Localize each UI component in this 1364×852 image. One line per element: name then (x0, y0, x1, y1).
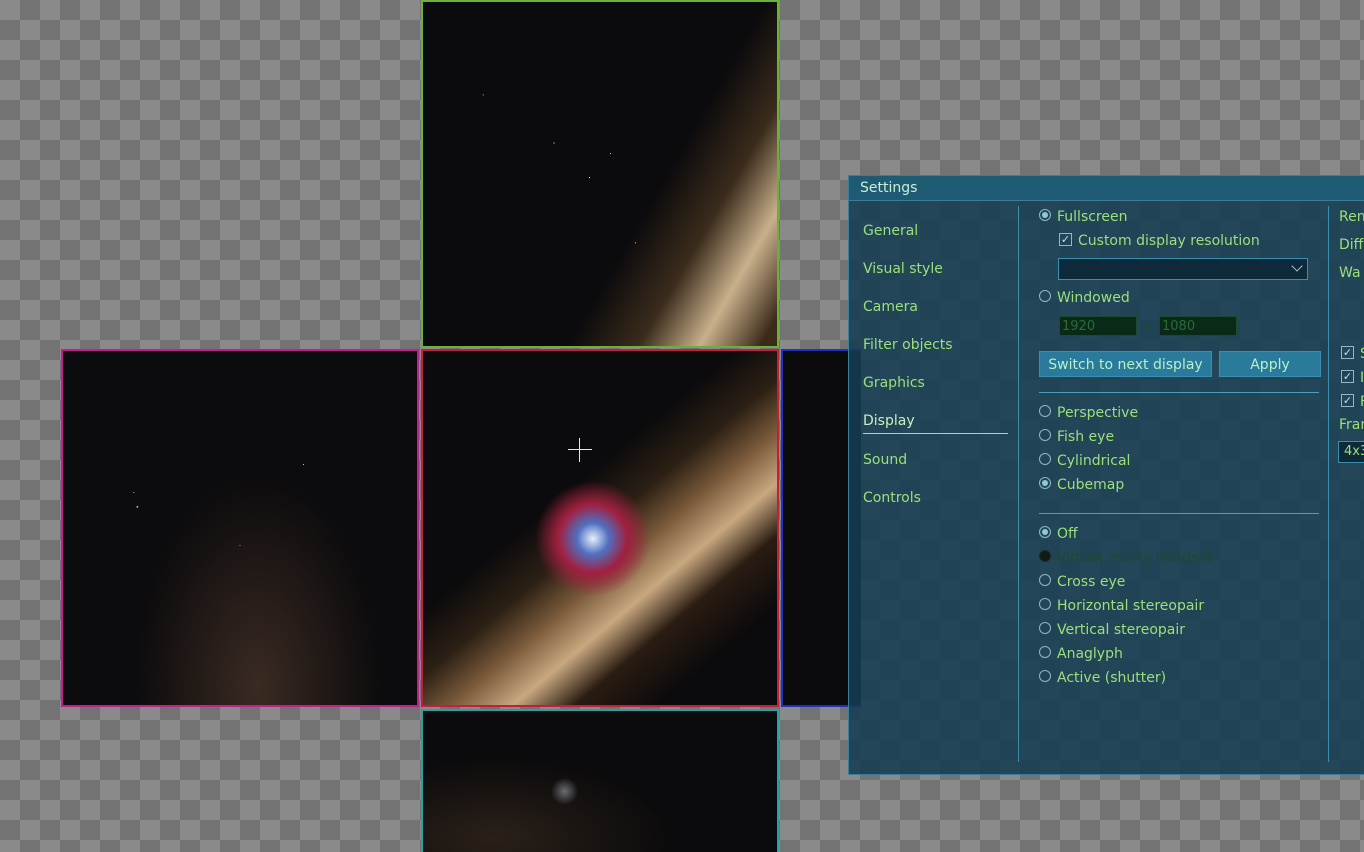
separator (1039, 513, 1319, 514)
radio-icon[interactable] (1039, 405, 1051, 417)
projection-cylindrical[interactable]: Cylindrical (1039, 451, 1130, 471)
projection-perspective[interactable]: Perspective (1039, 403, 1138, 423)
right-checkbox-2[interactable]: ✓ I (1341, 368, 1364, 388)
nav-item-graphics[interactable]: Graphics (863, 373, 1008, 411)
cubemap-face-front (421, 349, 779, 707)
checkbox-label: S (1360, 346, 1364, 362)
projection-fish-eye[interactable]: Fish eye (1039, 427, 1114, 447)
right-label-warp: Wa (1339, 265, 1361, 281)
radio-icon[interactable] (1039, 622, 1051, 634)
fullscreen-label: Fullscreen (1057, 209, 1128, 225)
resolution-separator: x (1144, 319, 1152, 333)
option-label: Cylindrical (1057, 453, 1131, 469)
settings-nav: General Visual style Camera Filter objec… (863, 221, 1008, 526)
option-label: Fish eye (1057, 429, 1115, 445)
nav-item-general[interactable]: General (863, 221, 1008, 259)
nav-item-sound[interactable]: Sound (863, 450, 1008, 488)
nav-item-controls[interactable]: Controls (863, 488, 1008, 526)
right-checkbox-3[interactable]: ✓F (1341, 392, 1364, 412)
cubemap-face-left (61, 349, 419, 707)
switch-display-button[interactable]: Switch to next display (1039, 351, 1212, 377)
stereo-vr-headset: Virtual reality headset (1039, 548, 1212, 568)
option-label: Off (1057, 526, 1078, 542)
frame-label: Fran (1339, 417, 1364, 433)
stereo-off[interactable]: Off (1039, 524, 1078, 544)
option-label: Cubemap (1057, 477, 1125, 493)
stereo-horizontal[interactable]: Horizontal stereopair (1039, 596, 1204, 616)
option-label: Virtual reality headset (1057, 550, 1213, 566)
cubemap-face-bottom (421, 709, 779, 852)
resolution-select[interactable] (1058, 258, 1308, 280)
option-label: Anaglyph (1057, 646, 1123, 662)
apply-button[interactable]: Apply (1219, 351, 1321, 377)
checkbox-icon[interactable]: ✓ (1341, 345, 1354, 359)
fullscreen-radio[interactable] (1039, 209, 1051, 221)
crosshair-cursor-icon (568, 438, 592, 462)
option-label: Active (shutter) (1057, 670, 1167, 686)
nav-item-visual-style[interactable]: Visual style (863, 259, 1008, 297)
right-label-render: Ren (1339, 209, 1364, 225)
settings-title: Settings (860, 180, 918, 196)
column-divider (1328, 206, 1329, 762)
radio-icon[interactable] (1039, 646, 1051, 658)
nav-item-camera[interactable]: Camera (863, 297, 1008, 335)
projection-cubemap[interactable]: Cubemap (1039, 475, 1124, 495)
option-label: Cross eye (1057, 574, 1126, 590)
windowed-label: Windowed (1057, 290, 1130, 306)
custom-resolution-label: Custom display resolution (1078, 233, 1260, 249)
radio-icon[interactable] (1039, 670, 1051, 682)
settings-window[interactable]: Settings General Visual style Camera Fil… (848, 175, 1364, 775)
checkbox-icon[interactable]: ✓ (1341, 393, 1354, 407)
stereo-anaglyph[interactable]: Anaglyph (1039, 644, 1123, 664)
nav-item-display[interactable]: Display (863, 411, 1008, 434)
window-width-input[interactable]: 1920 (1059, 316, 1137, 336)
column-divider (1018, 206, 1019, 762)
radio-icon[interactable] (1039, 429, 1051, 441)
custom-resolution-option[interactable]: ✓ Custom display resolution (1059, 231, 1260, 251)
window-height-input[interactable]: 1080 (1159, 316, 1237, 336)
stereo-cross-eye[interactable]: Cross eye (1039, 572, 1125, 592)
windowed-option[interactable]: Windowed (1039, 288, 1130, 308)
checkbox-label: F (1360, 394, 1364, 410)
fullscreen-option[interactable]: Fullscreen (1039, 207, 1127, 227)
radio-icon (1039, 550, 1051, 562)
option-label: Perspective (1057, 405, 1139, 421)
stereo-vertical[interactable]: Vertical stereopair (1039, 620, 1185, 640)
checkbox-icon[interactable]: ✓ (1341, 369, 1354, 383)
cubemap-face-top (421, 0, 779, 348)
right-label-diff: Diff (1339, 237, 1364, 253)
radio-icon[interactable] (1039, 574, 1051, 586)
separator (1039, 392, 1319, 393)
custom-resolution-checkbox[interactable]: ✓ (1059, 232, 1072, 246)
radio-icon[interactable] (1039, 477, 1051, 489)
chevron-down-icon (1291, 260, 1303, 272)
settings-titlebar[interactable]: Settings (849, 176, 1364, 201)
checkbox-label: I (1360, 370, 1364, 386)
right-checkbox-1[interactable]: ✓S (1341, 344, 1364, 364)
radio-icon[interactable] (1039, 598, 1051, 610)
radio-icon[interactable] (1039, 526, 1051, 538)
nav-item-filter-objects[interactable]: Filter objects (863, 335, 1008, 373)
radio-icon[interactable] (1039, 453, 1051, 465)
stereo-active-shutter[interactable]: Active (shutter) (1039, 668, 1166, 688)
option-label: Vertical stereopair (1057, 622, 1185, 638)
frame-select[interactable]: 4x3 (1338, 441, 1364, 463)
windowed-radio[interactable] (1039, 290, 1051, 302)
option-label: Horizontal stereopair (1057, 598, 1205, 614)
